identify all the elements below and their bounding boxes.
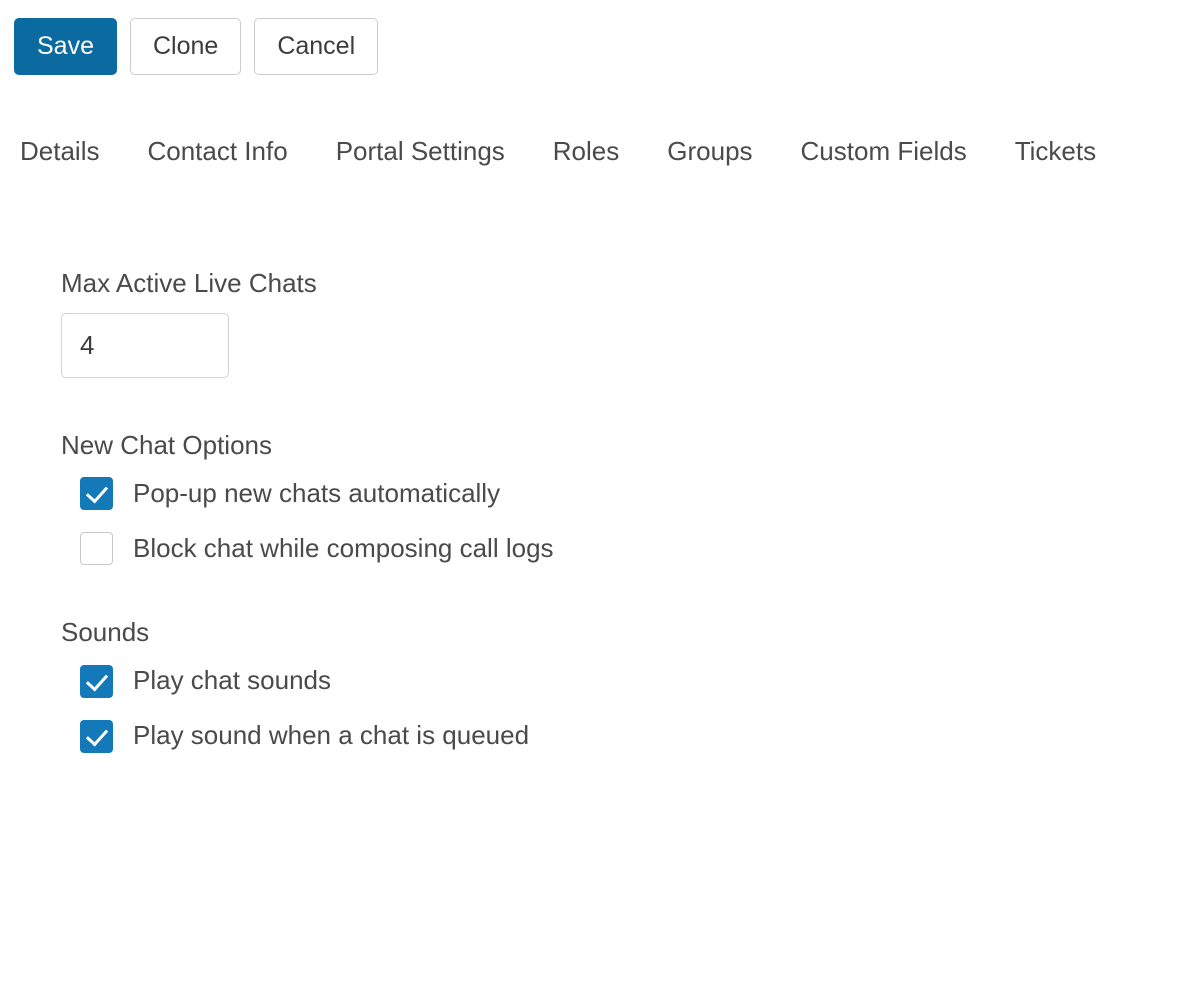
tab-custom-fields[interactable]: Custom Fields [801, 136, 991, 167]
checkbox-row-play-chat-sounds[interactable]: Play chat sounds [80, 664, 1161, 698]
checkbox-play-sound-queued[interactable] [80, 719, 113, 753]
tab-groups[interactable]: Groups [667, 136, 776, 167]
checkbox-row-popup-new-chats[interactable]: Pop-up new chats automatically [80, 477, 1161, 511]
checkbox-label-block-chat-call-logs: Block chat while composing call logs [133, 533, 554, 564]
tab-details[interactable]: Details [20, 136, 123, 167]
save-button[interactable]: Save [14, 18, 117, 75]
max-active-live-chats-input[interactable] [61, 313, 229, 379]
tab-contact-info[interactable]: Contact Info [147, 136, 311, 167]
clone-button[interactable]: Clone [129, 18, 242, 75]
checkbox-row-play-sound-queued[interactable]: Play sound when a chat is queued [80, 719, 1161, 753]
new-chat-options-title: New Chat Options [61, 430, 272, 461]
cancel-button[interactable]: Cancel [254, 18, 379, 75]
tab-tickets[interactable]: Tickets [1015, 136, 1096, 167]
checkbox-play-chat-sounds[interactable] [80, 664, 113, 698]
checkbox-row-block-chat-call-logs[interactable]: Block chat while composing call logs [80, 532, 1161, 566]
action-bar: Save Clone Cancel [14, 18, 379, 75]
max-active-live-chats-field: Max Active Live Chats [61, 268, 1161, 379]
checkbox-popup-new-chats[interactable] [80, 477, 113, 511]
tab-roles[interactable]: Roles [553, 136, 643, 167]
portal-settings-form: Max Active Live Chats New Chat Options P… [61, 268, 1161, 753]
max-active-live-chats-label: Max Active Live Chats [61, 268, 317, 298]
sounds-title: Sounds [61, 617, 150, 648]
sounds-group: Sounds Play chat sounds Play sound when … [61, 617, 1161, 753]
tab-portal-settings[interactable]: Portal Settings [336, 136, 529, 167]
new-chat-options-group: New Chat Options Pop-up new chats automa… [61, 430, 1161, 566]
checkbox-label-popup-new-chats: Pop-up new chats automatically [133, 478, 501, 509]
checkbox-block-chat-call-logs[interactable] [80, 532, 113, 566]
checkbox-label-play-chat-sounds: Play chat sounds [133, 665, 332, 696]
tab-bar: Details Contact Info Portal Settings Rol… [20, 136, 1096, 167]
checkbox-label-play-sound-queued: Play sound when a chat is queued [133, 720, 530, 751]
